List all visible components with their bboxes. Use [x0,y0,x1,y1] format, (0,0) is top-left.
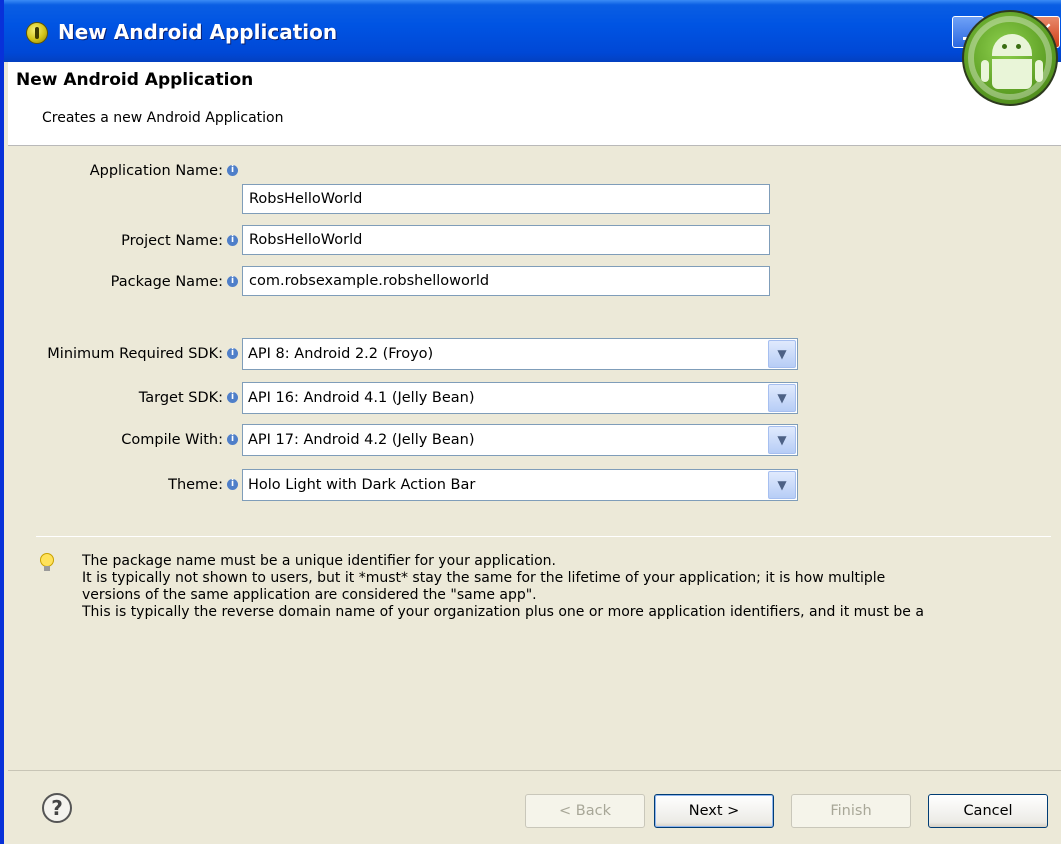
info-icon: i [227,165,238,176]
theme-value: Holo Light with Dark Action Bar [248,477,476,493]
project-name-field[interactable]: RobsHelloWorld [242,225,770,255]
footer-divider [8,770,1061,771]
compile-with-value: API 17: Android 4.2 (Jelly Bean) [248,432,475,448]
wizard-subtitle: Creates a new Android Application [42,110,284,126]
info-icon: i [227,479,238,490]
target-sdk-label: Target SDK: [138,390,223,406]
cancel-button[interactable]: Cancel [928,794,1048,828]
package-name-label: Package Name: [110,274,223,290]
min-sdk-select[interactable]: API 8: Android 2.2 (Froyo) ▼ [242,338,798,370]
hint-line: The package name must be a unique identi… [82,553,556,569]
app-icon [26,22,48,44]
new-android-application-dialog: New Android Application ✕ New Android Ap… [0,0,1061,844]
lightbulb-icon [40,553,54,573]
hint-line: versions of the same application are con… [82,587,537,603]
package-name-field[interactable]: com.robsexample.robshelloworld [242,266,770,296]
finish-button[interactable]: Finish [791,794,911,828]
back-button[interactable]: < Back [525,794,645,828]
compile-with-select[interactable]: API 17: Android 4.2 (Jelly Bean) ▼ [242,424,798,456]
theme-select[interactable]: Holo Light with Dark Action Bar ▼ [242,469,798,501]
info-icon: i [227,392,238,403]
window-title: New Android Application [58,20,338,44]
wizard-title: New Android Application [16,70,254,90]
chevron-down-icon[interactable]: ▼ [768,340,796,368]
min-sdk-value: API 8: Android 2.2 (Froyo) [248,346,434,362]
info-icon: i [227,348,238,359]
project-name-label: Project Name: [121,233,223,249]
chevron-down-icon[interactable]: ▼ [768,384,796,412]
separator [36,536,1051,537]
min-sdk-label: Minimum Required SDK: [47,346,223,362]
hint-line: This is typically the reverse domain nam… [82,604,924,620]
chevron-down-icon[interactable]: ▼ [768,471,796,499]
hint-line: It is typically not shown to users, but … [82,570,886,586]
android-logo-icon [962,10,1058,106]
hint-text: The package name must be a unique identi… [82,553,1057,621]
theme-label: Theme: [168,477,223,493]
compile-with-label: Compile With: [121,432,223,448]
wizard-header: New Android Application Creates a new An… [8,62,1061,146]
target-sdk-value: API 16: Android 4.1 (Jelly Bean) [248,390,475,406]
info-icon: i [227,235,238,246]
chevron-down-icon[interactable]: ▼ [768,426,796,454]
application-name-field[interactable]: RobsHelloWorld [242,184,770,214]
info-icon: i [227,434,238,445]
help-icon[interactable]: ? [42,793,72,823]
target-sdk-select[interactable]: API 16: Android 4.1 (Jelly Bean) ▼ [242,382,798,414]
next-button[interactable]: Next > [654,794,774,828]
title-bar[interactable]: New Android Application ✕ [4,0,1061,62]
application-name-label: Application Name: [89,163,223,179]
info-icon: i [227,276,238,287]
